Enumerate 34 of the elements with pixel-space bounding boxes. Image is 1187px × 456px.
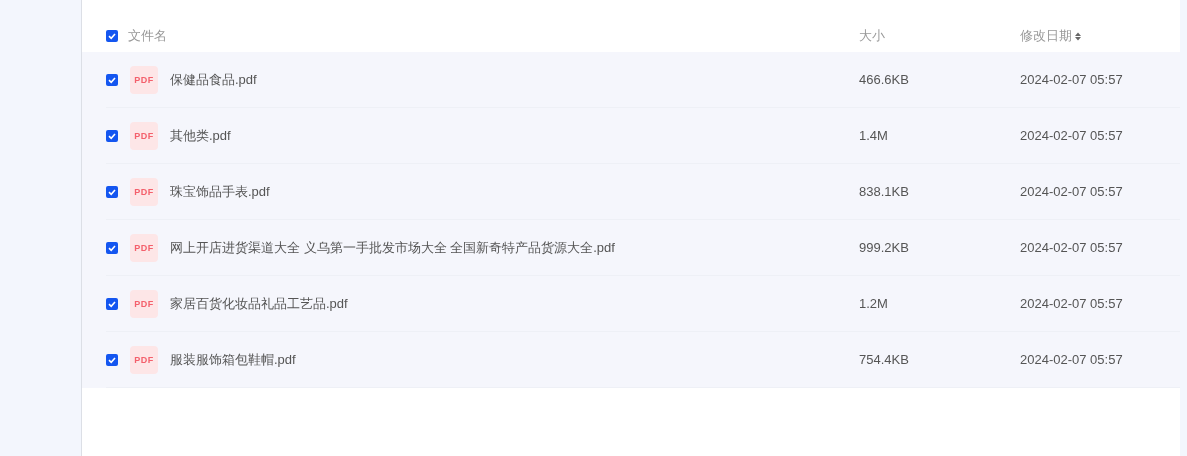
checkbox[interactable] bbox=[106, 241, 118, 254]
pdf-icon: PDF bbox=[130, 233, 158, 262]
pdf-icon: PDF bbox=[130, 65, 158, 94]
file-name[interactable]: 服装服饰箱包鞋帽.pdf bbox=[170, 350, 859, 369]
modified-date: 2024-02-07 05:57 bbox=[1020, 240, 1124, 255]
file-size: 754.4KB bbox=[859, 352, 910, 367]
checkbox[interactable] bbox=[106, 73, 118, 86]
modified-date: 2024-02-07 05:57 bbox=[1020, 128, 1124, 143]
checkbox[interactable] bbox=[106, 353, 118, 366]
pdf-icon: PDF bbox=[130, 345, 158, 374]
checkbox[interactable] bbox=[106, 297, 118, 310]
file-size: 466.6KB bbox=[859, 72, 910, 87]
column-header: 文件名 bbox=[128, 27, 167, 45]
file-name[interactable]: 家居百货化妆品礼品工艺品.pdf bbox=[170, 294, 859, 313]
file-size: 838.1KB bbox=[859, 184, 910, 199]
modified-date: 2024-02-07 05:57 bbox=[1020, 72, 1124, 87]
file-name[interactable]: 珠宝饰品手表.pdf bbox=[170, 182, 859, 201]
checkbox[interactable] bbox=[106, 30, 118, 42]
pdf-icon: PDF bbox=[130, 177, 158, 206]
pdf-icon: PDF bbox=[130, 289, 158, 318]
column-header: 大小 bbox=[859, 27, 885, 45]
checkbox[interactable] bbox=[106, 185, 118, 198]
file-size: 999.2KB bbox=[859, 240, 910, 255]
modified-date: 2024-02-07 05:57 bbox=[1020, 352, 1124, 367]
sort-icon[interactable] bbox=[1075, 31, 1081, 41]
modified-date: 2024-02-07 05:57 bbox=[1020, 296, 1124, 311]
file-size: 1.4M bbox=[859, 128, 889, 143]
modified-date: 2024-02-07 05:57 bbox=[1020, 184, 1124, 199]
pdf-icon: PDF bbox=[130, 121, 158, 150]
file-name[interactable]: 其他类.pdf bbox=[170, 126, 859, 145]
checkbox[interactable] bbox=[106, 129, 118, 142]
file-size: 1.2M bbox=[859, 296, 889, 311]
file-name[interactable]: 网上开店进货渠道大全 义乌第一手批发市场大全 全国新奇特产品货源大全.pdf bbox=[170, 238, 859, 257]
file-name[interactable]: 保健品食品.pdf bbox=[170, 70, 859, 89]
